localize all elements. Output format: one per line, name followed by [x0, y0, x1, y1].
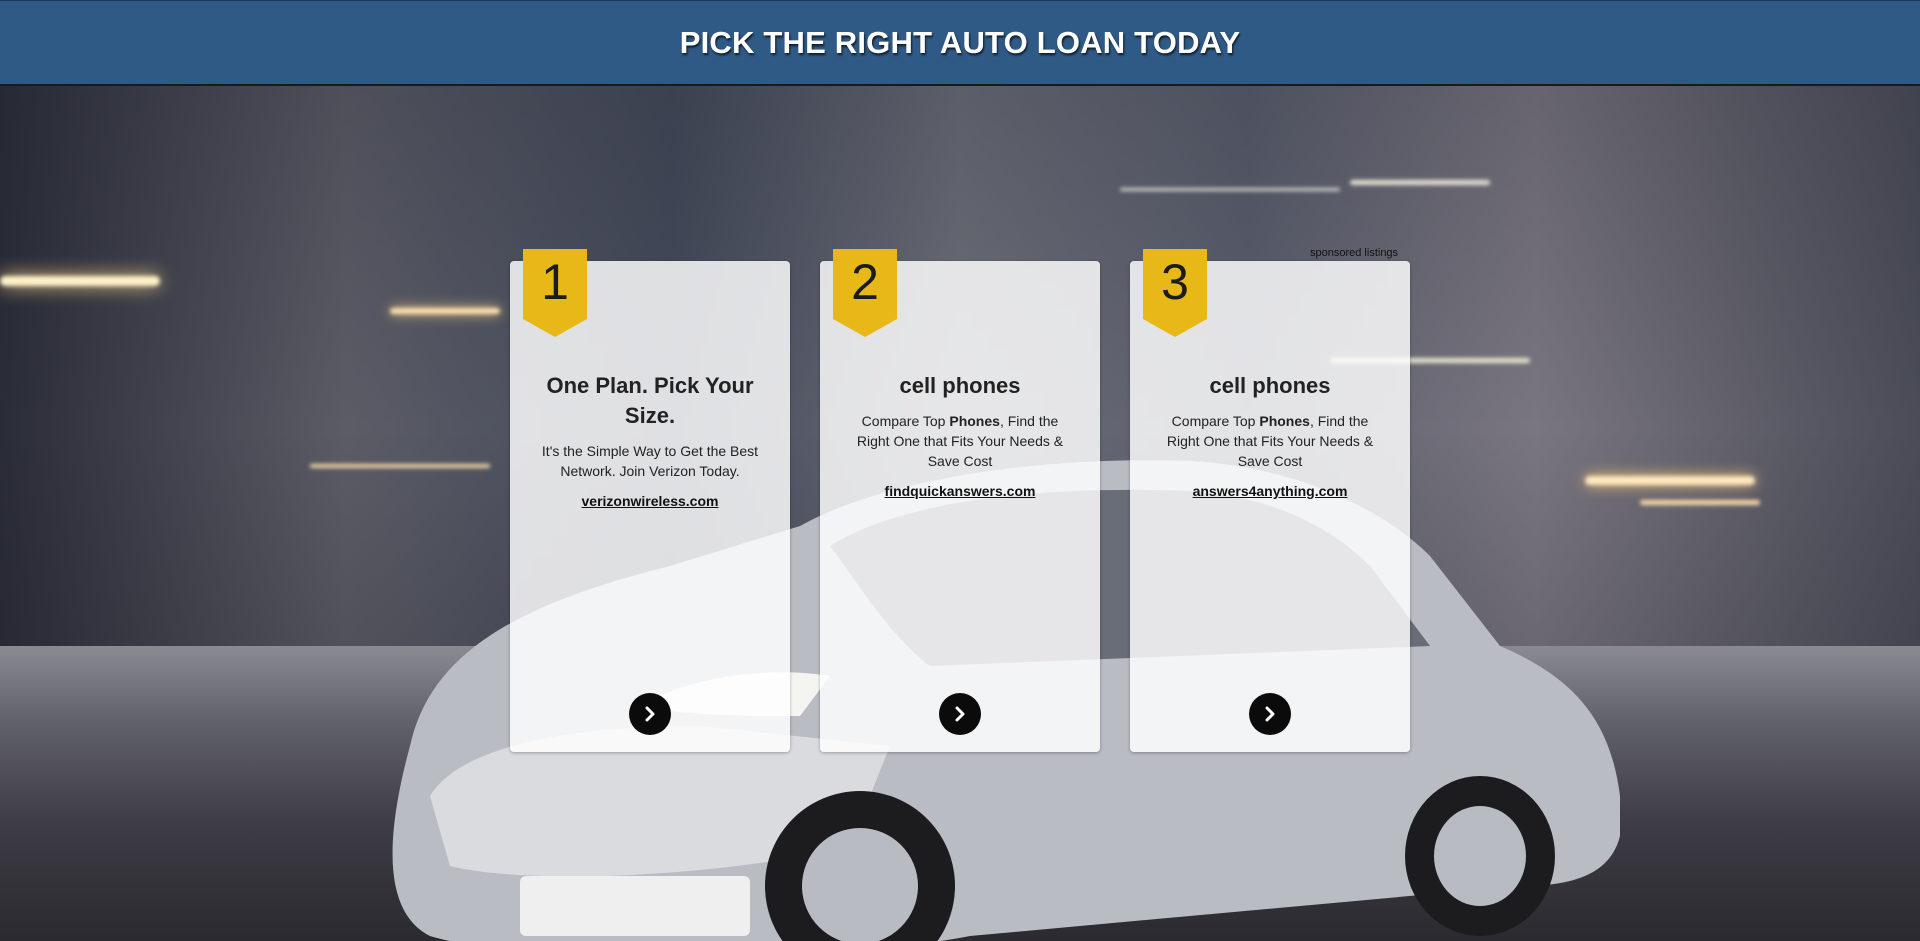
page-header: PICK THE RIGHT AUTO LOAN TODAY — [0, 0, 1920, 86]
card-link[interactable]: findquickanswers.com — [820, 483, 1100, 499]
listing-card-1[interactable]: 1 One Plan. Pick Your Size. It's the Sim… — [510, 249, 790, 752]
card-description: It's the Simple Way to Get the Best Netw… — [541, 443, 759, 479]
card-description: Compare Top Phones, Find the Right One t… — [856, 413, 1064, 469]
card-link[interactable]: verizonwireless.com — [510, 493, 790, 509]
card-description: Compare Top Phones, Find the Right One t… — [1166, 413, 1374, 469]
card-title: cell phones — [1209, 373, 1331, 398]
listing-card-3[interactable]: 3 cell phones Compare Top Phones, Find t… — [1130, 249, 1410, 752]
listing-card-2[interactable]: 2 cell phones Compare Top Phones, Find t… — [820, 249, 1100, 752]
rank-number: 3 — [1161, 254, 1189, 310]
chevron-right-icon[interactable] — [1249, 693, 1291, 735]
chevron-right-icon[interactable] — [939, 693, 981, 735]
rank-number: 2 — [851, 254, 879, 310]
card-link[interactable]: answers4anything.com — [1130, 483, 1410, 499]
rank-number: 1 — [541, 254, 569, 310]
sponsored-listings-label: sponsored listings — [1310, 247, 1399, 259]
chevron-right-icon[interactable] — [629, 693, 671, 735]
card-title: One Plan. Pick Your Size. — [546, 373, 754, 428]
page-title: PICK THE RIGHT AUTO LOAN TODAY — [679, 24, 1241, 60]
card-title: cell phones — [899, 373, 1021, 398]
